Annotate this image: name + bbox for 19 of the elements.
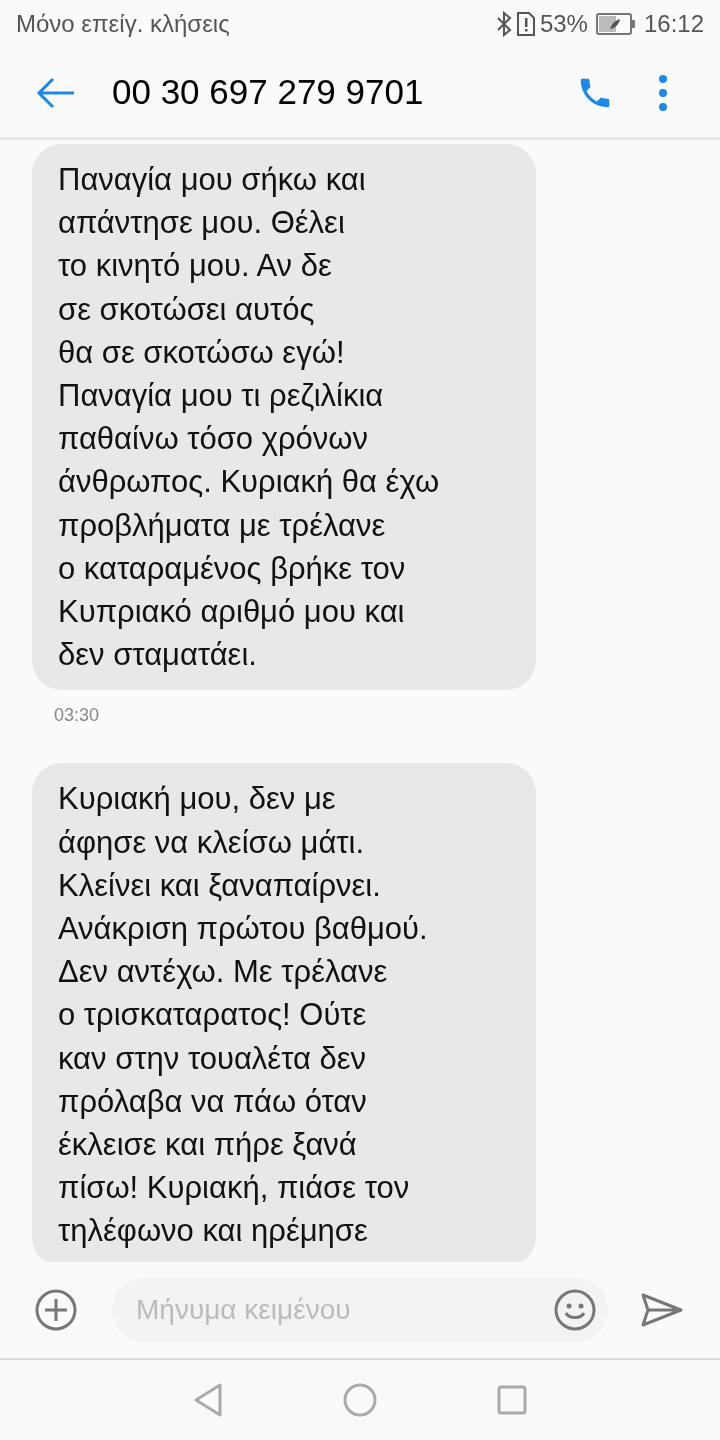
nav-recents-icon[interactable] (497, 1385, 527, 1415)
message-input-field[interactable]: Μήνυμα κειμένου (112, 1278, 608, 1342)
message-bubble: Παναγία μου σήκω και απάντησε μου. Θέλει το κινητό μου. Αν δε σε σκοτώσει αυτός θα σε σκοτώσω εγώ! Παναγία μου τι ρεζιλίκια παθαίνω τόσο χρόνων άνθρωπος. Κυριακή θα έχω προβλήματα με τρέλανε ο καταραμένος βρήκε τον Κυπριακό αριθμό μου και δεν σταματάει. (32, 144, 536, 691)
more-options-icon[interactable] (658, 74, 668, 111)
carrier-text: Μόνο επείγ. κλήσεις (16, 9, 230, 39)
nav-back-icon[interactable] (193, 1383, 223, 1417)
back-arrow-icon[interactable] (36, 76, 76, 109)
sim-alert-icon (515, 11, 536, 37)
battery-icon (595, 13, 636, 35)
clock-time: 16:12 (643, 9, 704, 39)
add-icon[interactable] (35, 1289, 77, 1331)
message-time: 03:30 (54, 704, 100, 728)
message-bubble: Κυριακή μου, δεν με άφησε να κλείσω μάτι. Κλείνει και ξαναπαίρνει. Ανάκριση πρώτου βαθμού. Δεν αντέχω. Με τρέλανε ο τρισκαταρατος! Ούτε καν στην τουαλέτα δεν πρόλαβα να πάω όταν έκλεισε και πήρε ξανά πίσω! Κυριακή, πιάσε τον τηλέφωνο και ηρέμησε (32, 763, 536, 1262)
bluetooth-icon (495, 11, 512, 37)
send-icon[interactable] (641, 1293, 683, 1327)
battery-percentage: 53% (539, 9, 588, 39)
nav-home-icon[interactable] (343, 1383, 377, 1417)
emoji-icon[interactable] (554, 1289, 596, 1331)
contact-number: 00 30 697 279 9701 (112, 71, 424, 114)
